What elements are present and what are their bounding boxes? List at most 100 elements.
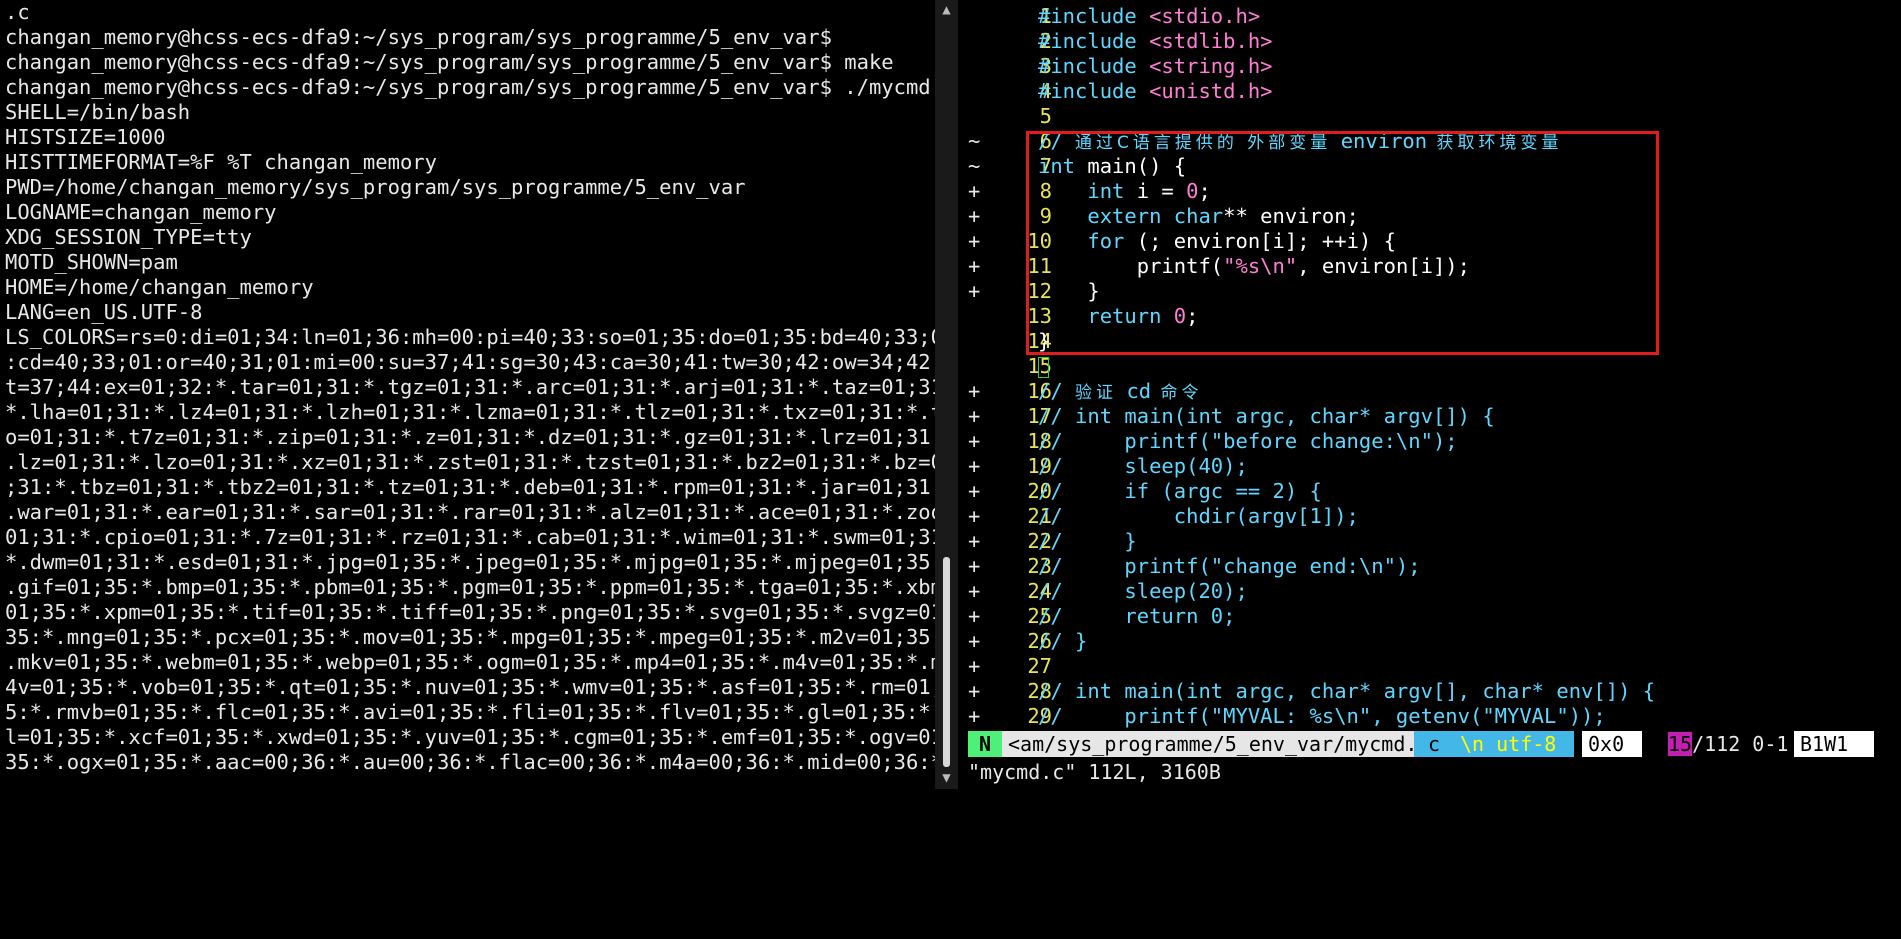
terminal-line: l=01;35:*.xcf=01;35:*.xwd=01;35:*.yuv=01… (5, 725, 935, 749)
terminal-line: ;31:*.tbz=01;31:*.tbz2=01;31:*.tz=01;31:… (5, 475, 935, 499)
code-line[interactable]: +29// printf("MYVAL: %s\n", getenv("MYVA… (958, 704, 1901, 729)
terminal-line: LS_COLORS=rs=0:di=01;34:ln=01;36:mh=00:p… (5, 325, 935, 349)
code-line[interactable]: 5 (958, 104, 1901, 129)
diff-sign: + (968, 679, 981, 703)
code-line[interactable]: +27 (958, 654, 1901, 679)
code-text: // printf("change end:\n"); (1038, 554, 1421, 579)
code-token: printf( (1038, 254, 1224, 278)
diff-sign: + (968, 654, 981, 678)
code-token: // sleep(40); (1038, 454, 1248, 478)
code-line[interactable]: 14} (958, 329, 1901, 354)
code-line[interactable]: +8 int i = 0; (958, 179, 1901, 204)
code-line[interactable]: 4 #include <unistd.h> (958, 79, 1901, 104)
cursor-position: 15/112 0-1 (1662, 731, 1788, 757)
diff-sign: + (968, 454, 981, 478)
code-token: #include (1038, 54, 1150, 78)
code-line[interactable]: +16// 验证 cd 命令 (958, 379, 1901, 404)
code-text: return 0; (1038, 304, 1198, 329)
code-line[interactable]: +20// if (argc == 2) { (958, 479, 1901, 504)
code-text: } (1038, 329, 1050, 354)
terminal-line: SHELL=/bin/bash (5, 100, 191, 124)
terminal-line: *.lha=01;31:*.lz4=01;31:*.lzh=01;31:*.lz… (5, 400, 935, 424)
scroll-up-arrow-icon[interactable]: ▲ (935, 2, 958, 18)
code-line[interactable]: +9 extern char** environ; (958, 204, 1901, 229)
code-text: // printf("MYVAL: %s\n", getenv("MYVAL")… (1038, 704, 1606, 729)
code-line[interactable]: 3 #include <string.h> (958, 54, 1901, 79)
code-line[interactable]: +26// } (958, 629, 1901, 654)
scroll-down-arrow-icon[interactable]: ▼ (935, 770, 958, 786)
code-token: , environ[i]); (1297, 254, 1470, 278)
code-token: 通过C语言提供的 外部变量 (1075, 133, 1341, 153)
code-text: // } (1038, 529, 1137, 554)
code-token: // (1038, 379, 1076, 403)
code-text: // 通过C语言提供的 外部变量 environ 获取环境变量 (1038, 129, 1563, 156)
terminal-line: t=37;44:ex=01;32:*.tar=01;31:*.tgz=01;31… (5, 375, 935, 399)
code-token: // (1038, 129, 1076, 153)
code-text: } (1038, 279, 1099, 304)
code-line[interactable]: 15 (958, 354, 1901, 379)
terminal-line: 01;35:*.xpm=01;35:*.tif=01;35:*.tiff=01;… (5, 600, 935, 624)
code-line[interactable]: +10 for (; environ[i]; ++i) { (958, 229, 1901, 254)
code-line[interactable]: +18// printf("before change:\n"); (958, 429, 1901, 454)
code-token: 验证 (1075, 383, 1127, 403)
terminal-line: *.dwm=01;31:*.esd=01;31:*.jpg=01;35:*.jp… (5, 550, 935, 574)
terminal-line: .war=01;31:*.ear=01;31:*.sar=01;31:*.rar… (5, 500, 935, 524)
code-line[interactable]: +22// } (958, 529, 1901, 554)
code-line[interactable]: ~7 int main() { (958, 154, 1901, 179)
code-text: printf("%s\n", environ[i]); (1038, 254, 1470, 279)
code-line[interactable]: +19// sleep(40); (958, 454, 1901, 479)
code-token: 命令 (1151, 383, 1203, 403)
vim-command-line[interactable]: "mycmd.c" 112L, 3160B (968, 759, 1221, 785)
code-line[interactable]: +24// sleep(20); (958, 579, 1901, 604)
line-number: 27 (1027, 654, 1052, 678)
terminal-line: 5:*.rmvb=01;35:*.flc=01;35:*.avi=01;35:*… (5, 700, 935, 724)
diff-sign: + (968, 379, 981, 403)
code-token: main() { (1075, 154, 1187, 178)
code-line[interactable]: +21// chdir(argv[1]); (958, 504, 1901, 529)
diff-sign: + (968, 229, 981, 253)
terminal-line: changan_memory@hcss-ecs-dfa9:~/sys_progr… (5, 75, 931, 99)
code-line[interactable]: +25// return 0; (958, 604, 1901, 629)
code-line[interactable]: +17// int main(int argc, char* argv[]) { (958, 404, 1901, 429)
terminal-scrollbar[interactable]: ▲ ▼ (935, 0, 958, 789)
code-token: 0 (1173, 304, 1187, 328)
code-line[interactable]: +12 } (958, 279, 1901, 304)
file-path: <am/sys_programme/5_env_var/mycmd.c (1002, 731, 1429, 757)
code-line[interactable]: +23// printf("change end:\n"); (958, 554, 1901, 579)
code-line[interactable]: 2 #include <stdlib.h> (958, 29, 1901, 54)
code-line[interactable]: ~6// 通过C语言提供的 外部变量 environ 获取环境变量 (958, 129, 1901, 154)
code-line[interactable]: +11 printf("%s\n", environ[i]); (958, 254, 1901, 279)
diff-sign: + (968, 579, 981, 603)
code-token: int (1087, 179, 1125, 203)
code-text: // } (1038, 629, 1087, 654)
terminal-pane[interactable]: .c changan_memory@hcss-ecs-dfa9:~/sys_pro… (0, 0, 935, 789)
code-token: // printf("MYVAL: %s\n", getenv("MYVAL")… (1038, 704, 1606, 728)
code-token: #include (1038, 4, 1150, 28)
terminal-line: MOTD_SHOWN=pam (5, 250, 178, 274)
vim-editor-pane[interactable]: 1 #include <stdio.h> 2 #include <stdlib.h> 3… (958, 0, 1901, 793)
scrollbar-thumb[interactable] (943, 557, 950, 767)
terminal-line: o=01;31:*.t7z=01;31:*.zip=01;31:*.z=01;3… (5, 425, 935, 449)
code-token: // if (argc == 2) { (1038, 479, 1322, 503)
diff-sign: + (968, 479, 981, 503)
code-text: for (; environ[i]; ++i) { (1038, 229, 1396, 254)
diff-sign: + (968, 604, 981, 628)
diff-sign: + (968, 404, 981, 428)
code-token: <string.h> (1149, 54, 1273, 78)
code-token: // int main(int argc, char* argv[], char… (1038, 679, 1656, 703)
code-line[interactable]: 1 #include <stdio.h> (958, 4, 1901, 29)
diff-sign: + (968, 429, 981, 453)
terminal-line: LANG=en_US.UTF-8 (5, 300, 203, 324)
terminal-line: XDG_SESSION_TYPE=tty (5, 225, 252, 249)
terminal-line: .mkv=01;35:*.webm=01;35:*.webp=01;35:*.o… (5, 650, 935, 674)
terminal-line: :cd=40;33;01:or=40;31;01:mi=00:su=37;41:… (5, 350, 935, 374)
line-number: 5 (1039, 104, 1052, 128)
code-line[interactable]: +28// int main(int argc, char* argv[], c… (958, 679, 1901, 704)
code-token: // } (1038, 629, 1088, 653)
code-token: // printf("change end:\n"); (1038, 554, 1421, 578)
code-line[interactable]: 13 return 0; (958, 304, 1901, 329)
code-token: cd (1126, 379, 1152, 403)
diff-sign: + (968, 554, 981, 578)
terminal-line: 35:*.ogx=01;35:*.aac=00;36:*.au=00;36:*.… (5, 750, 935, 774)
